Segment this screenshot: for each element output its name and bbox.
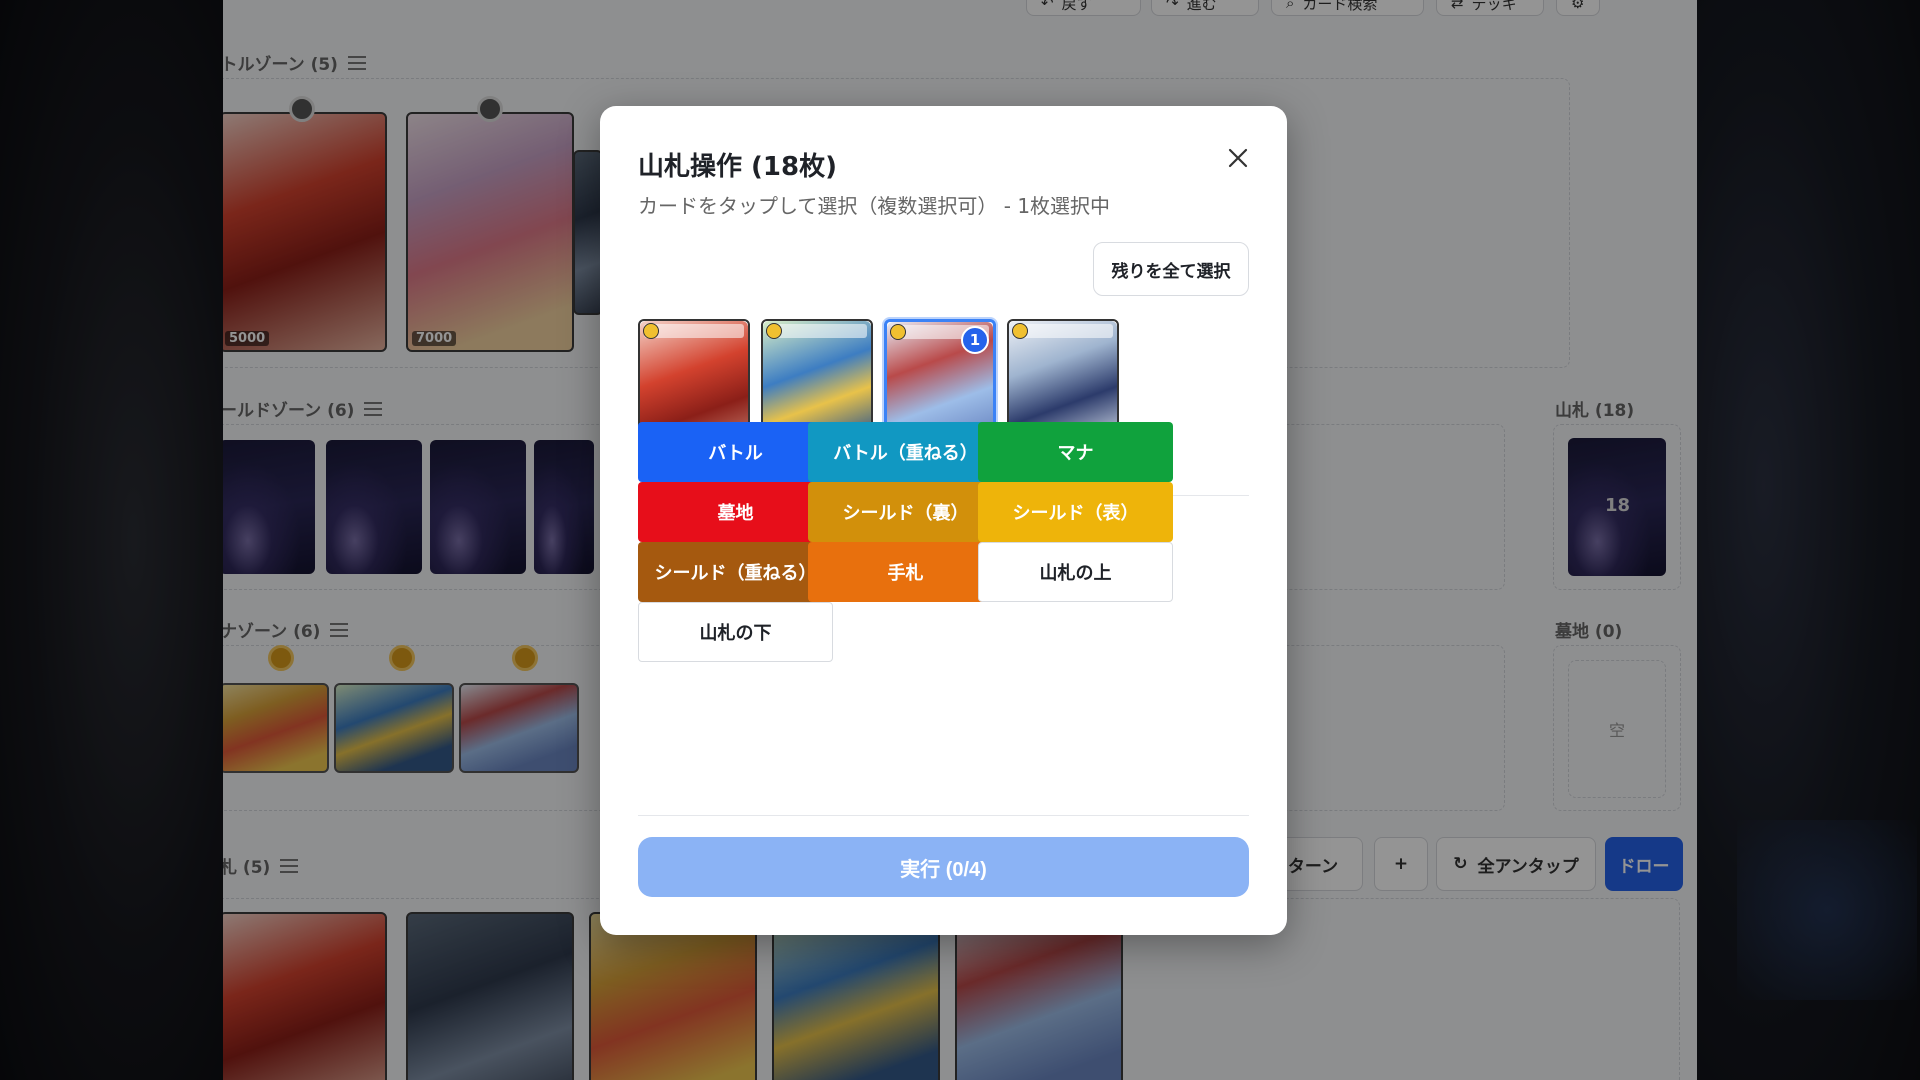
move-to-shield-facedown-button[interactable]: シールド（裏） [808, 482, 1003, 542]
modal-subtitle: カードをタップして選択（複数選択可） - 1枚選択中 [638, 194, 1111, 218]
move-to-shield-stack-button[interactable]: シールド（重ねる） [638, 542, 833, 602]
card-cost [766, 323, 782, 339]
card-cost [1012, 323, 1028, 339]
move-to-shield-faceup-button[interactable]: シールド（表） [978, 482, 1173, 542]
deck-operation-modal: 山札操作 (18枚) カードをタップして選択（複数選択可） - 1枚選択中 残り… [600, 106, 1287, 935]
move-to-battle-stack-button[interactable]: バトル（重ねる） [808, 422, 1003, 482]
move-to-battle-button[interactable]: バトル [638, 422, 833, 482]
close-icon [1228, 148, 1248, 168]
card-cost [643, 323, 659, 339]
modal-title: 山札操作 (18枚) [638, 152, 837, 182]
move-to-graveyard-button[interactable]: 墓地 [638, 482, 833, 542]
move-to-hand-button[interactable]: 手札 [808, 542, 1003, 602]
execute-button[interactable]: 実行 (0/4) [638, 837, 1249, 897]
move-to-mana-button[interactable]: マナ [978, 422, 1173, 482]
select-all-remaining-button[interactable]: 残りを全て選択 [1093, 242, 1249, 296]
card-banner [767, 324, 867, 338]
card-cost [890, 324, 906, 340]
selection-order-badge: 1 [961, 326, 989, 354]
move-to-deck-bottom-button[interactable]: 山札の下 [638, 602, 833, 662]
move-to-deck-top-button[interactable]: 山札の上 [978, 542, 1173, 602]
close-button[interactable] [1220, 140, 1256, 176]
card-banner [1013, 324, 1113, 338]
card-banner [644, 324, 744, 338]
divider [638, 815, 1249, 816]
